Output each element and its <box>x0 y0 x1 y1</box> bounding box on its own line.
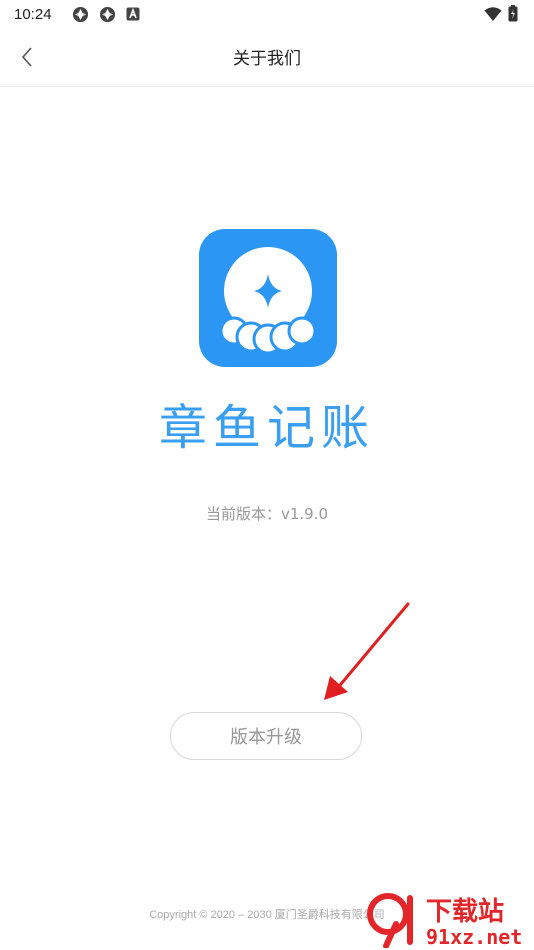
watermark-logo: 下载站 91xz.net <box>367 893 522 948</box>
a-icon <box>126 7 140 21</box>
page-title: 关于我们 <box>233 49 301 69</box>
app-notification-icon <box>99 6 115 22</box>
about-screen: 10:24 关于我们 章鱼记账 当前版本：v1.9.0 版本升级 Copyrig… <box>0 0 534 950</box>
header: 关于我们 <box>0 28 534 87</box>
battery-icon <box>508 5 518 22</box>
watermark-text-top: 下载站 <box>426 897 504 927</box>
status-system-icons <box>484 5 518 22</box>
app-notification-icon <box>72 6 88 22</box>
app-name: 章鱼记账 <box>158 400 375 456</box>
version-label: 当前版本：v1.9.0 <box>205 505 329 523</box>
status-time: 10:24 <box>14 5 52 23</box>
annotation-arrow-icon <box>324 602 410 700</box>
watermark-text-bottom: 91xz.net <box>426 925 522 948</box>
status-notification-icons <box>72 6 140 23</box>
wifi-icon <box>484 6 502 21</box>
upgrade-button[interactable]: 版本升级 <box>170 712 362 760</box>
status-bar: 10:24 <box>0 0 534 28</box>
app-logo <box>199 229 337 367</box>
